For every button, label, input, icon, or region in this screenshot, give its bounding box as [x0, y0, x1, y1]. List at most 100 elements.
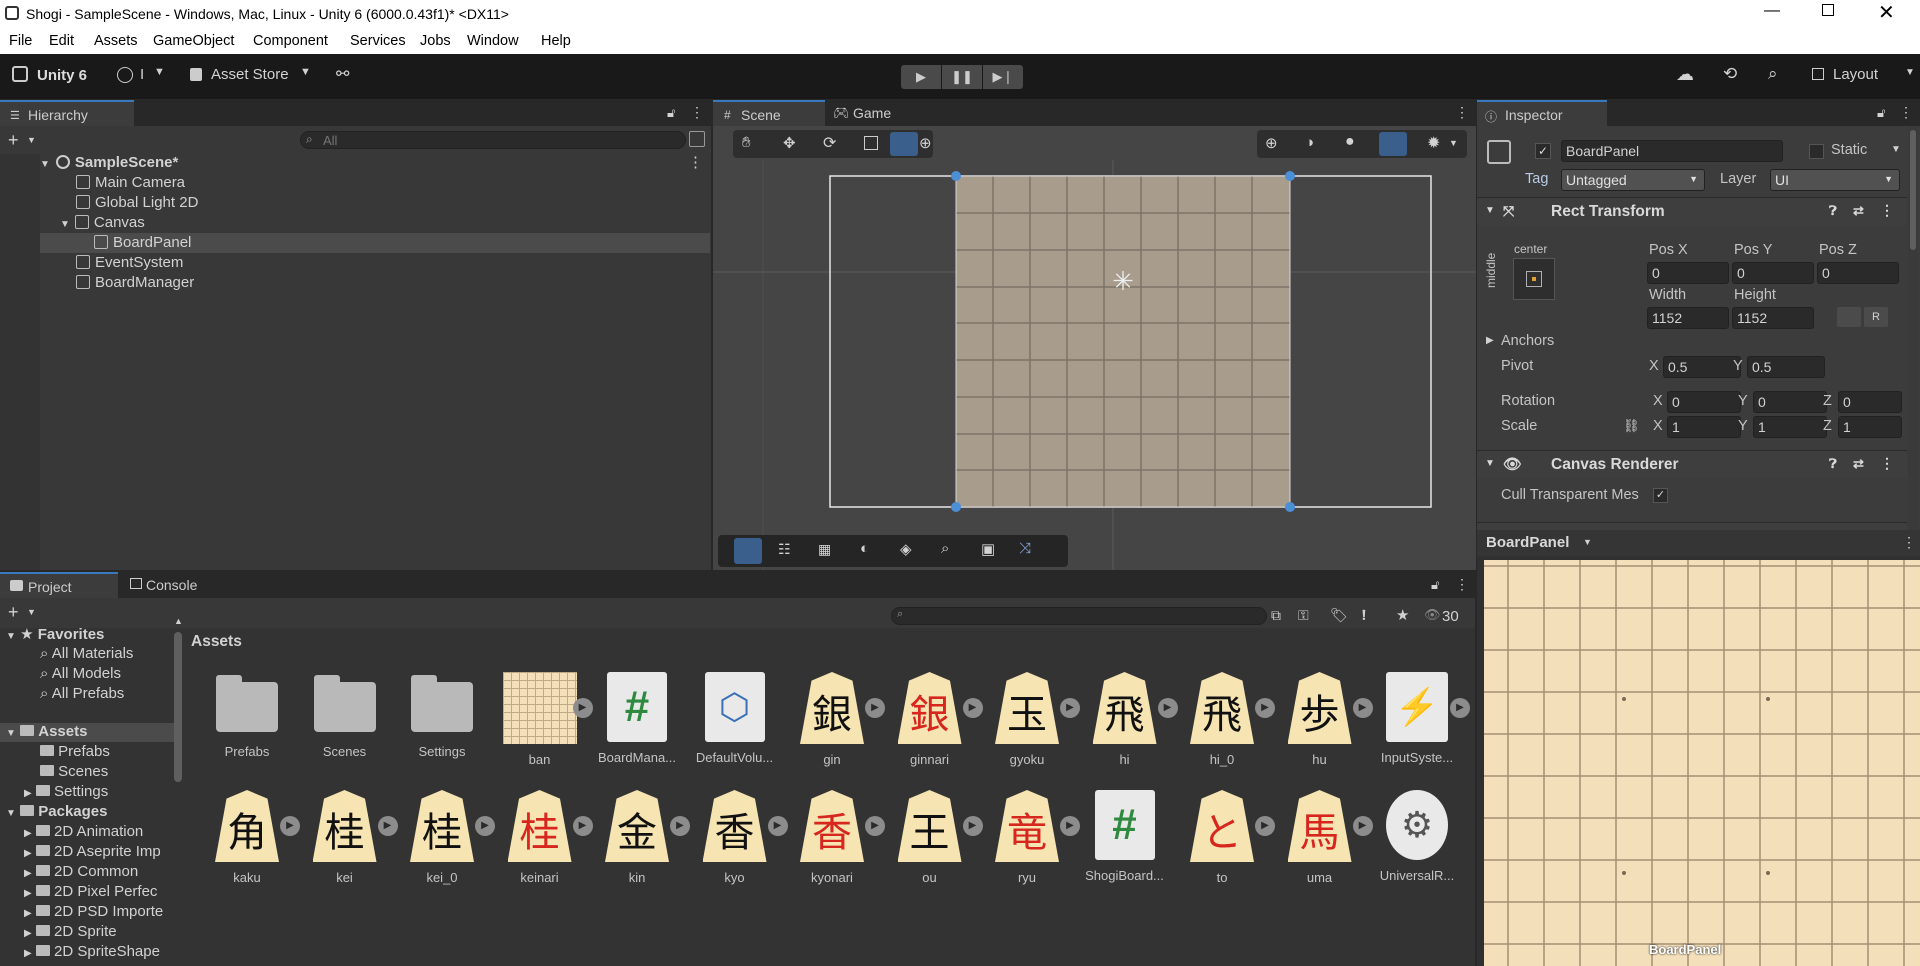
gizmos-dropdown-icon[interactable]: ▼: [1449, 138, 1458, 148]
asset-item[interactable]: 角 kaku ▶: [202, 790, 300, 885]
height-field[interactable]: 1152: [1732, 307, 1814, 329]
asset-item[interactable]: ⬡ DefaultVolu...: [690, 672, 780, 765]
camera-icon[interactable]: ▣: [981, 540, 995, 558]
expand-sprite-icon[interactable]: ▶: [865, 816, 885, 836]
search-options-icon[interactable]: [689, 131, 705, 147]
minimize-icon[interactable]: —: [1764, 2, 1780, 20]
preset-icon[interactable]: ⇄: [1853, 456, 1864, 472]
account-dropdown-icon[interactable]: ▼: [154, 66, 165, 78]
globe-icon[interactable]: ⊕: [1265, 134, 1278, 152]
expand-arrow-icon[interactable]: ▼: [6, 631, 16, 642]
tree-package[interactable]: ▶ 2D Pixel Perfec: [24, 883, 157, 900]
expand-sprite-icon[interactable]: ▶: [1255, 816, 1275, 836]
expand-arrow-icon[interactable]: ▶: [24, 848, 32, 859]
expand-sprite-icon[interactable]: ▶: [1060, 816, 1080, 836]
account-icon[interactable]: [117, 67, 133, 83]
chevron-down-icon[interactable]: ▼: [1583, 537, 1592, 547]
inspector-scrollbar[interactable]: [1908, 126, 1918, 530]
expand-arrow-icon[interactable]: ▼: [6, 728, 16, 739]
tree-package[interactable]: ▶ 2D PSD Importe: [24, 903, 163, 920]
image-header[interactable]: [1477, 522, 1907, 530]
expand-sprite-icon[interactable]: ▶: [475, 816, 495, 836]
asset-item[interactable]: 飛 hi_0 ▶: [1177, 672, 1275, 767]
breadcrumb[interactable]: Assets: [191, 633, 242, 651]
hierarchy-item-canvas[interactable]: ▼ Canvas: [60, 213, 145, 233]
more-icon[interactable]: ⋮: [1902, 534, 1916, 551]
tree-package[interactable]: ▶ 2D SpriteShape: [24, 943, 160, 960]
pos-y-field[interactable]: 0: [1732, 262, 1814, 284]
lock-icon[interactable]: 🔓︎: [1431, 577, 1439, 593]
tree-settings[interactable]: ▶ Settings: [24, 783, 108, 800]
filter-icon[interactable]: ⚿: [1298, 607, 1309, 624]
add-icon[interactable]: +: [8, 602, 19, 623]
asset-item[interactable]: 桂 kei_0 ▶: [397, 790, 495, 885]
tree-all-prefabs[interactable]: ⌕ All Prefabs: [40, 685, 124, 702]
asset-item[interactable]: ⚡ InputSyste... ▶: [1372, 672, 1470, 765]
moon-icon[interactable]: ◐: [860, 540, 869, 557]
cloud-icon[interactable]: ☁: [1676, 64, 1694, 85]
shuffle-icon[interactable]: ⤨: [1019, 540, 1031, 557]
tab-inspector[interactable]: ⓘ Inspector: [1477, 100, 1607, 126]
hierarchy-item-boardmanager[interactable]: BoardManager: [76, 273, 194, 293]
close-icon[interactable]: ✕: [1878, 0, 1895, 25]
asset-item[interactable]: 王 ou ▶: [885, 790, 983, 885]
tree-package[interactable]: ▶ 2D Animation: [24, 823, 143, 840]
hierarchy-search-input[interactable]: [300, 131, 686, 149]
pos-x-field[interactable]: 0: [1647, 262, 1729, 284]
zoom-icon[interactable]: ⌕: [941, 540, 949, 557]
menu-window[interactable]: Window: [467, 33, 519, 49]
expand-arrow-icon[interactable]: ▶: [24, 948, 32, 959]
pivot-x-field[interactable]: 0.5: [1663, 356, 1741, 378]
asset-store-dropdown-icon[interactable]: ▼: [300, 66, 311, 78]
tree-assets[interactable]: ▼ Assets: [0, 723, 174, 742]
expand-sprite-icon[interactable]: ▶: [280, 816, 300, 836]
asset-item[interactable]: 玉 gyoku ▶: [982, 672, 1080, 767]
expand-arrow-icon[interactable]: ▶: [24, 828, 32, 839]
more-icon[interactable]: ⋮: [1455, 104, 1469, 121]
gizmos-icon[interactable]: ✹: [1427, 133, 1440, 153]
move-tool-icon[interactable]: ✥: [783, 134, 796, 152]
rect-transform-header[interactable]: ▼ ⤧ Rect Transform ❓︎ ⇄ ⋮: [1477, 197, 1907, 225]
grid-snap-icon[interactable]: ▦: [818, 541, 831, 558]
asset-store-button[interactable]: Asset Store: [211, 66, 289, 83]
shading-icon[interactable]: ◑: [1305, 134, 1314, 151]
scene-viewport[interactable]: ✳: [713, 160, 1476, 570]
play-button[interactable]: ▶: [901, 65, 941, 89]
unlink-icon[interactable]: ⛓︎: [1623, 418, 1640, 434]
lock-icon[interactable]: 🔓︎: [1877, 105, 1885, 121]
tab-project[interactable]: Project: [0, 572, 118, 598]
tree-package[interactable]: ▶ 2D Aseprite Imp: [24, 843, 161, 860]
add-icon[interactable]: +: [8, 130, 19, 151]
expand-sprite-icon[interactable]: ▶: [1352, 816, 1373, 836]
lock-icon[interactable]: 🔓︎: [667, 105, 675, 121]
expand-sprite-icon[interactable]: ▶: [1060, 698, 1080, 718]
more-icon[interactable]: ⋮: [1880, 202, 1894, 219]
rect-tool-icon[interactable]: [890, 132, 918, 156]
help-icon[interactable]: ❓︎: [1829, 203, 1837, 219]
expand-sprite-icon[interactable]: ▶: [1157, 698, 1178, 718]
expand-sprite-icon[interactable]: ▶: [670, 816, 690, 836]
hierarchy-item-eventsystem[interactable]: EventSystem: [76, 253, 183, 273]
tag-dropdown[interactable]: Untagged ▼: [1561, 169, 1705, 191]
menu-jobs[interactable]: Jobs: [420, 33, 451, 49]
transform-tool-icon[interactable]: ⊕: [919, 134, 932, 152]
expand-sprite-icon[interactable]: ▶: [962, 698, 983, 718]
asset-item[interactable]: Prefabs: [202, 672, 292, 759]
expand-sprite-icon[interactable]: ▶: [572, 698, 593, 718]
menu-help[interactable]: Help: [541, 33, 571, 49]
visibility-icon[interactable]: 👁︎: [1424, 607, 1441, 623]
layout-dropdown[interactable]: Layout: [1833, 66, 1878, 83]
pos-z-field[interactable]: 0: [1817, 262, 1899, 284]
asset-item[interactable]: 竜 ryu ▶: [982, 790, 1080, 885]
menu-edit[interactable]: Edit: [49, 33, 74, 49]
hierarchy-item-boardpanel[interactable]: BoardPanel: [40, 233, 710, 253]
tab-game[interactable]: 🎮︎ Game: [825, 100, 905, 126]
asset-item[interactable]: 桂 kei ▶: [300, 790, 398, 885]
layers-icon[interactable]: ◈: [900, 540, 912, 558]
add-dropdown-icon[interactable]: ▼: [27, 607, 36, 617]
menu-component[interactable]: Component: [253, 33, 328, 49]
restore-icon[interactable]: [1822, 4, 1834, 16]
expand-sprite-icon[interactable]: ▶: [377, 816, 398, 836]
static-checkbox[interactable]: [1809, 144, 1824, 159]
tree-scrollbar[interactable]: [174, 632, 182, 782]
